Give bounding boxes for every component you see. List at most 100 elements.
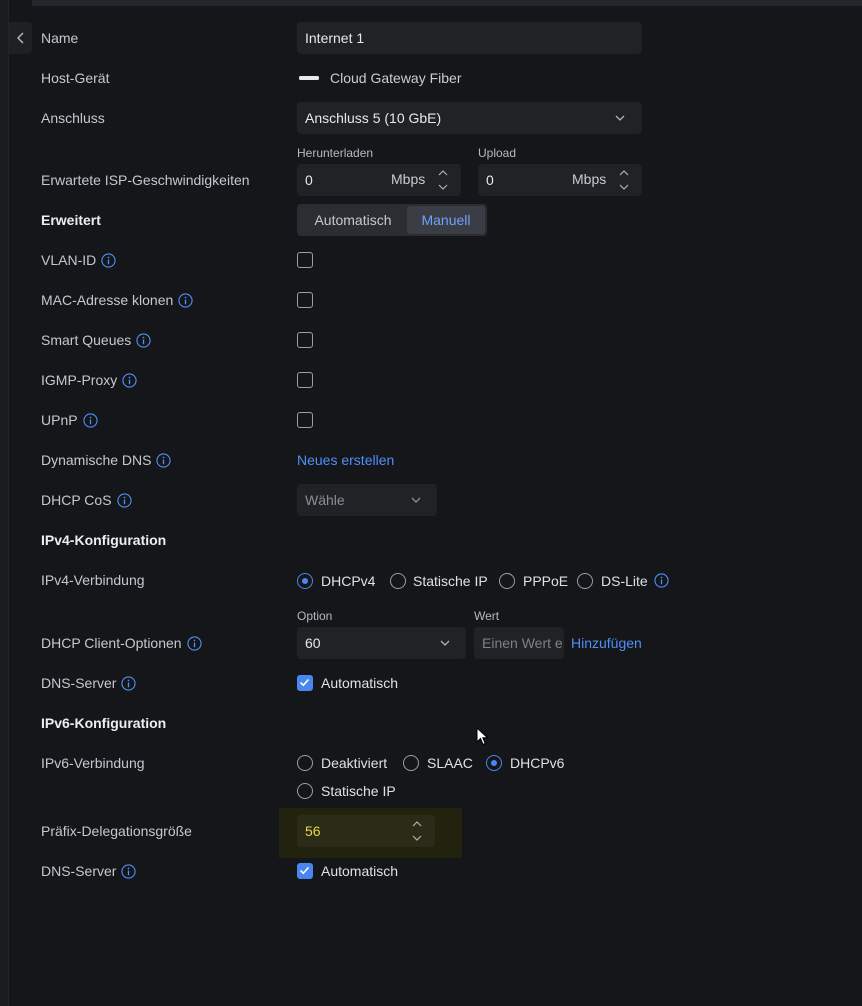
upload-label: Upload xyxy=(478,146,517,160)
ipv6-dhcpv6-label: DHCPv6 xyxy=(510,755,565,771)
top-bar xyxy=(0,0,862,6)
ipv6-slaac-label: SLAAC xyxy=(427,755,473,771)
host-device-label: Host-Gerät xyxy=(41,70,110,86)
download-speed-value: 0 xyxy=(305,172,313,188)
ipv4-pppoe-label: PPPoE xyxy=(523,573,569,589)
info-icon[interactable] xyxy=(136,332,151,348)
advanced-automatic-option[interactable]: Automatisch xyxy=(299,206,407,234)
ipv6-disabled-radio[interactable] xyxy=(297,755,313,771)
name-input[interactable]: Internet 1 xyxy=(297,22,642,54)
info-icon[interactable] xyxy=(178,292,193,308)
checkmark-icon xyxy=(299,866,310,875)
left-sidebar-strip xyxy=(0,0,9,1006)
ipv6-dns-auto-label: Automatisch xyxy=(321,863,399,879)
info-icon[interactable] xyxy=(116,492,132,508)
ipv6-section-title: IPv6-Konfiguration xyxy=(41,715,167,731)
port-select-value: Anschluss 5 (10 GbE) xyxy=(305,110,442,126)
upload-unit: Mbps xyxy=(572,171,607,187)
smart-queues-label: Smart Queues xyxy=(41,330,151,350)
prefix-delegation-value: 56 xyxy=(305,823,321,839)
dynamic-dns-label-text: Dynamische DNS xyxy=(41,452,152,468)
ipv6-dns-server-label-text: DNS-Server xyxy=(41,863,117,879)
ipv6-dhcpv6-radio[interactable] xyxy=(486,755,502,771)
advanced-mode-toggle: Automatisch Manuell xyxy=(297,204,487,236)
advanced-label: Erweitert xyxy=(41,212,101,228)
ipv4-dhcpv4-label: DHCPv4 xyxy=(321,573,376,589)
upnp-label-text: UPnP xyxy=(41,412,78,428)
info-icon[interactable] xyxy=(186,635,202,651)
dhcp-client-options-label-text: DHCP Client-Optionen xyxy=(41,635,182,651)
vlan-id-label-text: VLAN-ID xyxy=(41,252,97,268)
ipv6-disabled-label: Deaktiviert xyxy=(321,755,388,771)
dhcp-cos-select[interactable]: Wähle xyxy=(297,484,437,516)
ipv4-dns-auto-checkbox[interactable] xyxy=(297,675,313,691)
upnp-checkbox[interactable] xyxy=(297,412,313,428)
chevron-down-icon xyxy=(411,497,421,503)
chevron-down-icon xyxy=(440,640,450,646)
advanced-manual-option[interactable]: Manuell xyxy=(407,206,485,234)
dhcp-client-options-label: DHCP Client-Optionen xyxy=(41,633,202,653)
info-icon[interactable] xyxy=(82,412,98,428)
create-dynamic-dns-link[interactable]: Neues erstellen xyxy=(297,450,394,470)
igmp-proxy-checkbox[interactable] xyxy=(297,372,313,388)
upload-speed-value: 0 xyxy=(486,172,494,188)
ipv6-dns-auto-checkbox[interactable] xyxy=(297,863,313,879)
ipv4-static-radio[interactable] xyxy=(390,573,406,589)
value-label: Wert xyxy=(474,609,500,623)
igmp-proxy-label: IGMP-Proxy xyxy=(41,370,137,390)
host-device-value: Cloud Gateway Fiber xyxy=(330,70,462,86)
chevron-left-icon xyxy=(16,32,23,44)
smart-queues-checkbox[interactable] xyxy=(297,332,313,348)
mac-clone-label: MAC-Adresse klonen xyxy=(41,290,193,310)
info-icon[interactable] xyxy=(156,452,172,468)
dhcp-option-value-input[interactable]: Einen Wert e xyxy=(474,627,564,659)
dhcp-cos-label-text: DHCP CoS xyxy=(41,492,112,508)
download-unit: Mbps xyxy=(391,171,426,187)
isp-speed-label: Erwartete ISP-Geschwindigkeiten xyxy=(41,172,250,188)
ipv6-static-label: Statische IP xyxy=(321,783,396,799)
collapse-panel-button[interactable] xyxy=(9,22,32,54)
checkmark-icon xyxy=(299,678,310,687)
mac-clone-label-text: MAC-Adresse klonen xyxy=(41,292,174,308)
option-label: Option xyxy=(297,609,333,623)
gateway-device-icon xyxy=(299,76,319,80)
smart-queues-label-text: Smart Queues xyxy=(41,332,132,348)
info-icon[interactable] xyxy=(121,675,137,691)
ipv6-dns-server-label: DNS-Server xyxy=(41,861,137,881)
dynamic-dns-label: Dynamische DNS xyxy=(41,450,172,470)
prefix-delegation-input[interactable]: 56 xyxy=(297,815,435,847)
add-dhcp-option-link[interactable]: Hinzufügen xyxy=(571,633,642,653)
ipv4-pppoe-radio[interactable] xyxy=(499,573,515,589)
ipv4-section-title: IPv4-Konfiguration xyxy=(41,532,167,548)
port-select[interactable]: Anschluss 5 (10 GbE) xyxy=(297,102,642,134)
ipv4-dns-server-label: DNS-Server xyxy=(41,673,137,693)
mac-clone-checkbox[interactable] xyxy=(297,292,313,308)
ipv4-dslite-label: DS-Lite xyxy=(601,573,648,589)
info-icon[interactable] xyxy=(121,863,137,879)
prefix-stepper-icon[interactable] xyxy=(411,818,423,844)
dhcp-option-select[interactable]: 60 xyxy=(297,627,466,659)
download-label: Herunterladen xyxy=(297,146,374,160)
download-speed-input[interactable]: 0 Mbps xyxy=(297,164,461,196)
ipv4-dhcpv4-radio[interactable] xyxy=(297,573,313,589)
upload-stepper-icon[interactable] xyxy=(618,167,630,193)
prefix-delegation-label: Präfix-Delegationsgröße xyxy=(41,823,192,839)
mouse-cursor-icon xyxy=(476,727,489,746)
ipv6-static-radio[interactable] xyxy=(297,783,313,799)
info-icon[interactable] xyxy=(101,252,116,268)
info-icon[interactable] xyxy=(122,372,137,388)
ipv4-static-label: Statische IP xyxy=(413,573,488,589)
ipv6-connection-label: IPv6-Verbindung xyxy=(41,755,145,771)
ipv6-slaac-radio[interactable] xyxy=(403,755,419,771)
chevron-down-icon xyxy=(615,115,625,121)
download-stepper-icon[interactable] xyxy=(437,167,449,193)
vlan-id-checkbox[interactable] xyxy=(297,252,313,268)
upnp-label: UPnP xyxy=(41,410,98,430)
info-icon[interactable] xyxy=(654,573,669,588)
ipv4-dns-auto-label: Automatisch xyxy=(321,675,399,691)
ipv4-dslite-radio[interactable] xyxy=(577,573,593,589)
port-label: Anschluss xyxy=(41,110,105,126)
vlan-id-label: VLAN-ID xyxy=(41,250,116,270)
upload-speed-input[interactable]: 0 Mbps xyxy=(478,164,642,196)
dhcp-cos-placeholder: Wähle xyxy=(305,492,345,508)
